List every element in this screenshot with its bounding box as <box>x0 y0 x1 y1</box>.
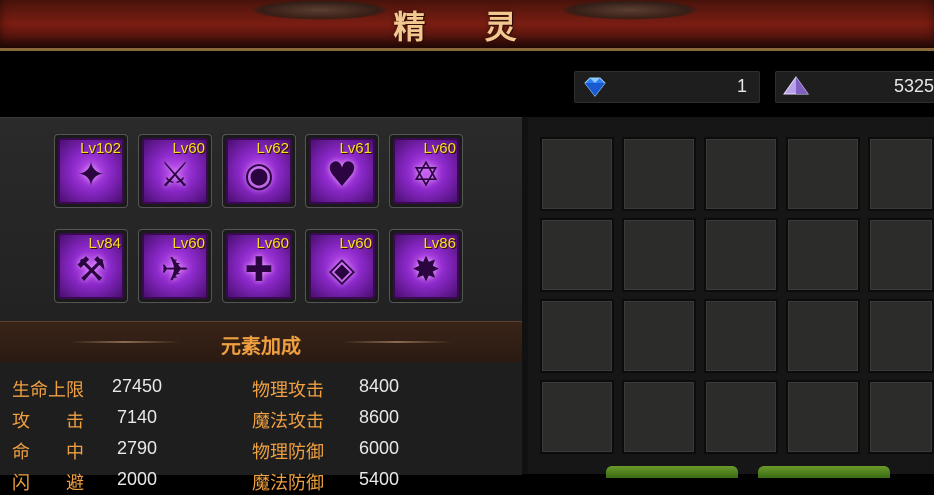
element-bonus-header: 元素加成 <box>0 321 522 363</box>
stat-value: 2000 <box>117 469 158 489</box>
inventory-slot[interactable] <box>868 380 934 454</box>
pet-level: Lv60 <box>423 140 456 157</box>
currency-bar: 1 5325 <box>0 51 934 117</box>
feather-icon: ✦ <box>76 155 106 195</box>
heart-icon: ♥ <box>326 155 358 195</box>
pet-level: Lv60 <box>172 140 205 157</box>
pet-slot[interactable]: ⚔ Lv60 <box>138 134 212 208</box>
inventory-slot[interactable] <box>786 299 860 373</box>
stat-label: 命 中 <box>12 442 84 463</box>
stat-value: 5400 <box>359 469 400 489</box>
inventory-slot[interactable] <box>622 380 696 454</box>
stat-value: 7140 <box>117 407 158 427</box>
pet-slot[interactable]: ✡ Lv60 <box>389 134 463 208</box>
stat-label: 魔法防御 <box>252 473 324 494</box>
pet-slot[interactable]: ◉ Lv62 <box>222 134 296 208</box>
inventory-slot[interactable] <box>868 299 934 373</box>
element-bonus-stats: 生命上限 27450 攻 击 7140 命 中 2790 闪 避 2000 物理… <box>0 362 522 494</box>
inventory-slot[interactable] <box>622 218 696 292</box>
pet-slot[interactable]: ✦ Lv102 <box>54 134 128 208</box>
stat-label: 物理防御 <box>252 442 324 463</box>
pet-slot[interactable]: ✈ Lv60 <box>138 229 212 303</box>
pet-slot[interactable]: ⚒ Lv84 <box>54 229 128 303</box>
stat-value: 8400 <box>359 376 400 396</box>
inventory-slot[interactable] <box>704 137 778 211</box>
inventory-slot[interactable] <box>540 137 614 211</box>
stat-value: 27450 <box>112 376 163 396</box>
stat-value: 6000 <box>359 438 400 458</box>
pet-level: Lv102 <box>80 140 121 157</box>
title-bar: 精 灵 <box>0 0 934 51</box>
inventory-slot[interactable] <box>540 218 614 292</box>
pet-panel: ✦ Lv102 ⚔ Lv60 ◉ Lv62 ♥ Lv61 ✡ Lv60 ⚒ Lv84 ✈ Lv60 ✚ Lv6… <box>0 117 522 494</box>
star-shield-icon: ✡ <box>411 155 441 195</box>
inventory-slot[interactable] <box>540 299 614 373</box>
purple-crystal-icon <box>782 76 810 102</box>
crystal-currency: 5325 <box>775 71 934 103</box>
inventory-slot[interactable] <box>540 380 614 454</box>
winged-boot-icon: ✈ <box>160 250 190 290</box>
inventory-slot[interactable] <box>622 137 696 211</box>
cross-shield-icon: ✚ <box>244 250 274 290</box>
blue-diamond-icon <box>581 76 609 102</box>
element-bonus-title: 元素加成 <box>221 334 301 358</box>
inventory-slot[interactable] <box>622 299 696 373</box>
inventory-slot[interactable] <box>868 137 934 211</box>
stat-label: 生命上限 <box>12 380 84 401</box>
eye-icon: ◉ <box>244 155 274 195</box>
pet-level: Lv62 <box>256 140 289 157</box>
stat-label: 攻 击 <box>12 411 84 432</box>
inventory-slot[interactable] <box>704 380 778 454</box>
pet-level: Lv61 <box>339 140 372 157</box>
inventory-slot[interactable] <box>786 218 860 292</box>
pet-level: Lv84 <box>88 235 121 252</box>
inventory-slot[interactable] <box>704 299 778 373</box>
page-title: 精 灵 <box>393 8 541 46</box>
bonus-deco-right <box>342 341 452 343</box>
stat-label: 魔法攻击 <box>252 411 324 432</box>
action-button-right[interactable] <box>758 466 890 478</box>
inventory-slot[interactable] <box>786 137 860 211</box>
inventory-panel <box>528 117 934 474</box>
pet-slot[interactable]: ✚ Lv60 <box>222 229 296 303</box>
action-button-left[interactable] <box>606 466 738 478</box>
winged-shield-icon: ◈ <box>328 250 356 290</box>
pet-level: Lv86 <box>423 235 456 252</box>
pet-slot[interactable]: ◈ Lv60 <box>305 229 379 303</box>
crystal-count: 5325 <box>893 76 934 96</box>
pet-slot[interactable]: ✸ Lv86 <box>389 229 463 303</box>
pet-level: Lv60 <box>172 235 205 252</box>
pet-level: Lv60 <box>339 235 372 252</box>
stat-label: 闪 避 <box>12 473 84 494</box>
inventory-slot[interactable] <box>786 380 860 454</box>
stat-label: 物理攻击 <box>252 380 324 401</box>
diamond-currency: 1 <box>574 71 760 103</box>
stat-value: 2790 <box>117 438 158 458</box>
stat-value: 8600 <box>359 407 400 427</box>
inventory-slot[interactable] <box>868 218 934 292</box>
pet-grid: ✦ Lv102 ⚔ Lv60 ◉ Lv62 ♥ Lv61 ✡ Lv60 ⚒ Lv84 ✈ Lv60 ✚ Lv6… <box>0 118 522 321</box>
pet-slot[interactable]: ♥ Lv61 <box>305 134 379 208</box>
winged-axe-icon: ⚒ <box>75 250 107 290</box>
star-staff-icon: ✸ <box>411 250 441 290</box>
diamond-count: 1 <box>736 76 747 96</box>
winged-sword-icon: ⚔ <box>159 155 191 195</box>
inventory-slot[interactable] <box>704 218 778 292</box>
pet-level: Lv60 <box>256 235 289 252</box>
